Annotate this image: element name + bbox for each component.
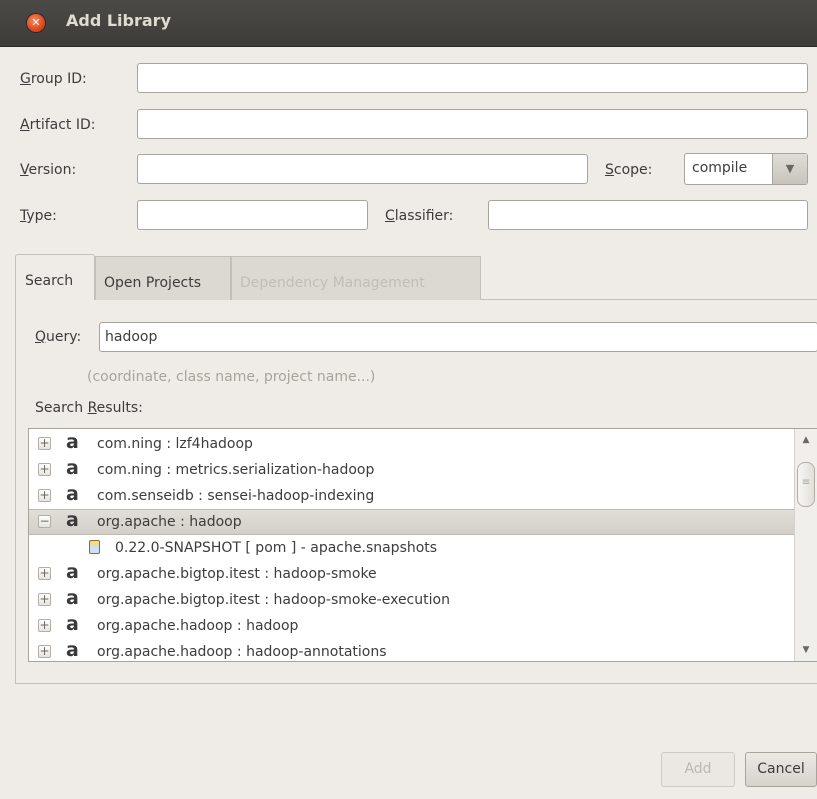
- scope-select[interactable]: compile ▼: [684, 153, 808, 185]
- expand-icon[interactable]: +: [38, 463, 51, 476]
- collapse-icon[interactable]: −: [38, 515, 51, 528]
- result-label: 0.22.0-SNAPSHOT [ pom ] - apache.snapsho…: [115, 540, 438, 556]
- group-id-field[interactable]: [137, 63, 808, 93]
- result-label: com.ning : metrics.serialization-hadoop: [97, 462, 375, 478]
- scope-label: Scope:: [605, 162, 653, 178]
- version-label: Version:: [20, 162, 77, 178]
- scroll-thumb[interactable]: ≡: [797, 462, 815, 507]
- tab-open-projects[interactable]: Open Projects: [95, 256, 231, 300]
- artifact-icon: a: [66, 587, 79, 609]
- query-input[interactable]: [100, 323, 817, 351]
- expand-icon[interactable]: +: [38, 593, 51, 606]
- result-label: org.apache.hadoop : hadoop: [97, 618, 299, 634]
- type-label: Type:: [20, 208, 57, 224]
- classifier-field[interactable]: [488, 200, 808, 230]
- result-label: com.ning : lzf4hadoop: [97, 436, 253, 452]
- query-label: Query:: [35, 329, 82, 345]
- search-results-label: Search Results:: [35, 400, 143, 416]
- artifact-icon: a: [66, 613, 79, 635]
- result-row[interactable]: + a org.apache.hadoop : hadoop: [29, 613, 795, 639]
- result-row[interactable]: + a com.ning : lzf4hadoop: [29, 431, 795, 457]
- result-row[interactable]: + a org.apache.bigtop.itest : hadoop-smo…: [29, 561, 795, 587]
- query-hint: (coordinate, class name, project name...…: [87, 369, 376, 385]
- expand-icon[interactable]: +: [38, 619, 51, 632]
- expand-icon[interactable]: +: [38, 567, 51, 580]
- title-bar: ✕ Add Library: [0, 0, 817, 47]
- query-field[interactable]: [99, 322, 817, 352]
- close-icon[interactable]: ✕: [27, 14, 45, 32]
- result-row[interactable]: + a com.senseidb : sensei-hadoop-indexin…: [29, 483, 795, 509]
- scope-value: compile: [692, 160, 748, 176]
- artifact-icon: a: [66, 483, 79, 505]
- tab-search[interactable]: Search: [15, 254, 95, 300]
- result-row[interactable]: + a org.apache.bigtop.itest : hadoop-smo…: [29, 587, 795, 613]
- result-child-row[interactable]: 0.22.0-SNAPSHOT [ pom ] - apache.snapsho…: [29, 535, 795, 561]
- artifact-id-field[interactable]: [137, 109, 808, 139]
- window-title: Add Library: [66, 11, 171, 30]
- version-field[interactable]: [137, 154, 588, 184]
- artifact-id-label: Artifact ID:: [20, 117, 96, 133]
- result-label: com.senseidb : sensei-hadoop-indexing: [97, 488, 375, 504]
- expand-icon[interactable]: +: [38, 489, 51, 502]
- result-row[interactable]: + a com.ning : metrics.serialization-had…: [29, 457, 795, 483]
- tab-dependency-management: Dependency Management: [231, 256, 481, 300]
- result-label: org.apache.bigtop.itest : hadoop-smoke: [97, 566, 377, 582]
- artifact-icon: a: [66, 457, 79, 479]
- cancel-button[interactable]: Cancel: [745, 752, 817, 787]
- artifact-icon: a: [66, 509, 79, 531]
- result-label: org.apache.hadoop : hadoop-annotations: [97, 644, 387, 660]
- artifact-icon: a: [66, 561, 79, 583]
- add-button[interactable]: Add: [661, 752, 735, 787]
- expand-icon[interactable]: +: [38, 645, 51, 658]
- scroll-up-icon[interactable]: ▲: [795, 429, 817, 451]
- artifact-icon: a: [66, 431, 79, 453]
- result-row-selected[interactable]: − a org.apache : hadoop: [29, 509, 795, 535]
- result-label: org.apache : hadoop: [97, 514, 242, 530]
- jar-icon: [89, 540, 100, 554]
- expand-icon[interactable]: +: [38, 437, 51, 450]
- result-row[interactable]: + a org.apache.hadoop : hadoop-annotatio…: [29, 639, 795, 661]
- search-results-tree[interactable]: + a com.ning : lzf4hadoop + a com.ning :…: [28, 428, 817, 662]
- classifier-input[interactable]: [489, 201, 807, 229]
- result-label: org.apache.bigtop.itest : hadoop-smoke-e…: [97, 592, 450, 608]
- classifier-label: Classifier:: [385, 208, 454, 224]
- group-id-label: Group ID:: [20, 71, 87, 87]
- artifact-icon: a: [66, 639, 79, 661]
- scroll-down-icon[interactable]: ▼: [795, 639, 817, 661]
- artifact-id-input[interactable]: [138, 110, 807, 138]
- chevron-down-icon[interactable]: ▼: [772, 154, 807, 184]
- group-id-input[interactable]: [138, 64, 807, 92]
- results-scrollbar[interactable]: ▲ ≡ ▼: [794, 429, 817, 661]
- type-input[interactable]: [138, 201, 367, 229]
- type-field[interactable]: [137, 200, 368, 230]
- version-input[interactable]: [138, 155, 587, 183]
